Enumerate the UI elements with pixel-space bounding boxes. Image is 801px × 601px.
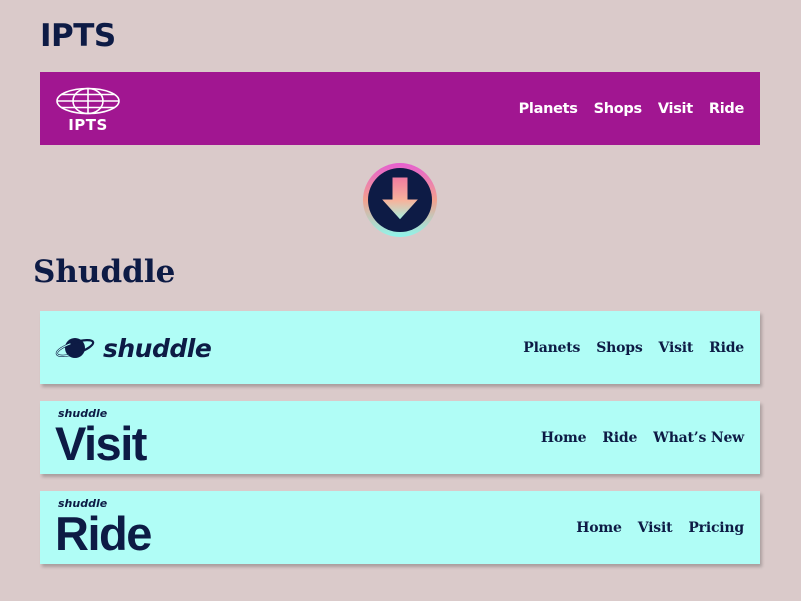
nav-whats-new[interactable]: What’s New — [653, 430, 744, 446]
shuddle-logo[interactable]: shuddle — [55, 332, 212, 364]
ipts-heading: IPTS — [40, 18, 116, 54]
nav-visit[interactable]: Visit — [658, 101, 693, 117]
shuddle-main-header: shuddle Planets Shops Visit Ride — [40, 311, 760, 384]
shuddle-ride-header: shuddle Ride Home Visit Pricing — [40, 491, 760, 564]
nav-ride[interactable]: Ride — [709, 340, 744, 356]
nav-ride[interactable]: Ride — [709, 101, 744, 117]
ipts-logo[interactable]: IPTS — [55, 86, 121, 134]
shuddle-main-nav: Planets Shops Visit Ride — [507, 311, 744, 384]
planet-icon — [55, 338, 95, 358]
nav-shops[interactable]: Shops — [596, 340, 643, 356]
nav-home[interactable]: Home — [576, 520, 622, 536]
globe-icon — [56, 87, 120, 115]
shuddle-visit-header: shuddle Visit Home Ride What’s New — [40, 401, 760, 474]
nav-ride[interactable]: Ride — [602, 430, 637, 446]
visit-logo-title: Visit — [55, 417, 147, 470]
nav-visit[interactable]: Visit — [638, 520, 673, 536]
ipts-header: IPTS Planets Shops Visit Ride — [40, 72, 760, 145]
nav-planets[interactable]: Planets — [523, 340, 580, 356]
shuddle-ride-nav: Home Visit Pricing — [560, 491, 744, 564]
nav-shops[interactable]: Shops — [594, 101, 643, 117]
shuddle-wordmark: shuddle — [103, 333, 212, 363]
ride-logo-title: Ride — [55, 507, 152, 560]
shuddle-visit-nav: Home Ride What’s New — [525, 401, 744, 474]
nav-planets[interactable]: Planets — [519, 101, 578, 117]
ipts-nav: Planets Shops Visit Ride — [503, 72, 745, 145]
nav-pricing[interactable]: Pricing — [688, 520, 744, 536]
down-arrow-icon — [363, 163, 437, 237]
shuddle-heading: Shuddle — [33, 254, 176, 290]
nav-home[interactable]: Home — [541, 430, 587, 446]
ipts-logo-text: IPTS — [68, 116, 108, 134]
nav-visit[interactable]: Visit — [659, 340, 694, 356]
